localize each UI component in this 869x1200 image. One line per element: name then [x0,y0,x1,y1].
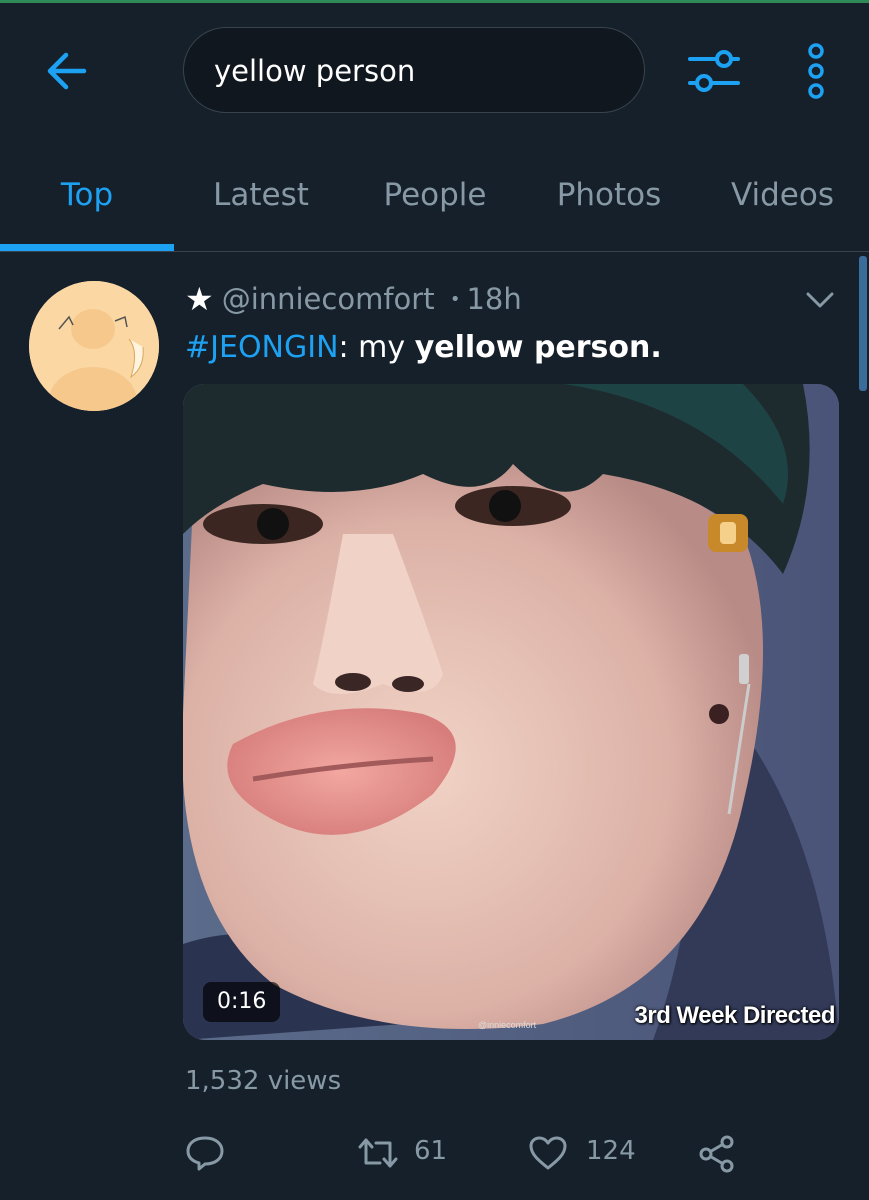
share-button[interactable] [697,1122,741,1182]
search-filter-button[interactable] [686,45,742,97]
search-tabs: Top Latest People Photos Videos [0,140,869,252]
tab-top[interactable]: Top [0,140,174,251]
tweet-text-mid: : my [338,330,415,365]
search-box[interactable] [183,27,645,113]
back-button[interactable] [44,49,92,93]
tweet-card[interactable]: ★ @inniecomfort • 18h #JEONGIN: my yellow … [0,252,869,1200]
vertical-dots-icon [808,43,824,99]
tab-photos[interactable]: Photos [522,140,696,251]
tweet-text: #JEONGIN: my yellow person. [185,330,662,365]
search-input[interactable] [212,48,616,94]
tab-latest[interactable]: Latest [174,140,348,251]
chevron-down-icon [806,292,834,308]
tweet-handle[interactable]: @inniecomfort [222,282,435,316]
tweet-video[interactable]: 0:16 @inniecomfort 3rd Week Directed [183,384,839,1040]
tab-people[interactable]: People [348,140,522,251]
tweet-time: 18h [466,282,522,316]
separator-dot: • [449,288,461,310]
tweet-text-highlight: yellow person [414,330,651,365]
video-watermark: @inniecomfort [478,1020,537,1030]
tweet-menu-button[interactable] [804,288,836,312]
retweet-button[interactable]: 61 [356,1122,466,1182]
tweet-text-end: . [650,330,662,365]
tweet-actions: 61 124 [0,1122,869,1182]
retweet-icon [358,1138,398,1168]
tweet-header: ★ @inniecomfort • 18h [185,280,522,320]
star-icon: ★ [185,280,214,318]
heart-icon [529,1136,567,1170]
share-icon [699,1135,734,1173]
tab-videos[interactable]: Videos [696,140,869,251]
video-duration: 0:16 [203,982,281,1022]
like-count: 124 [586,1136,636,1166]
speech-bubble-icon [186,1136,224,1171]
video-thumbnail [183,384,839,1040]
search-header [0,3,869,135]
view-count: 1,532 views [185,1066,342,1096]
active-tab-indicator [0,244,174,251]
more-options-button[interactable] [800,41,832,101]
reply-button[interactable] [185,1122,245,1182]
like-button[interactable]: 124 [528,1122,648,1182]
sliders-icon [688,50,740,92]
avatar-image [29,281,159,411]
avatar[interactable] [29,281,159,411]
retweet-count: 61 [414,1136,448,1166]
hashtag-link[interactable]: #JEONGIN [185,330,339,365]
arrow-left-icon [47,52,87,90]
video-overlay-caption: 3rd Week Directed [634,1002,836,1029]
